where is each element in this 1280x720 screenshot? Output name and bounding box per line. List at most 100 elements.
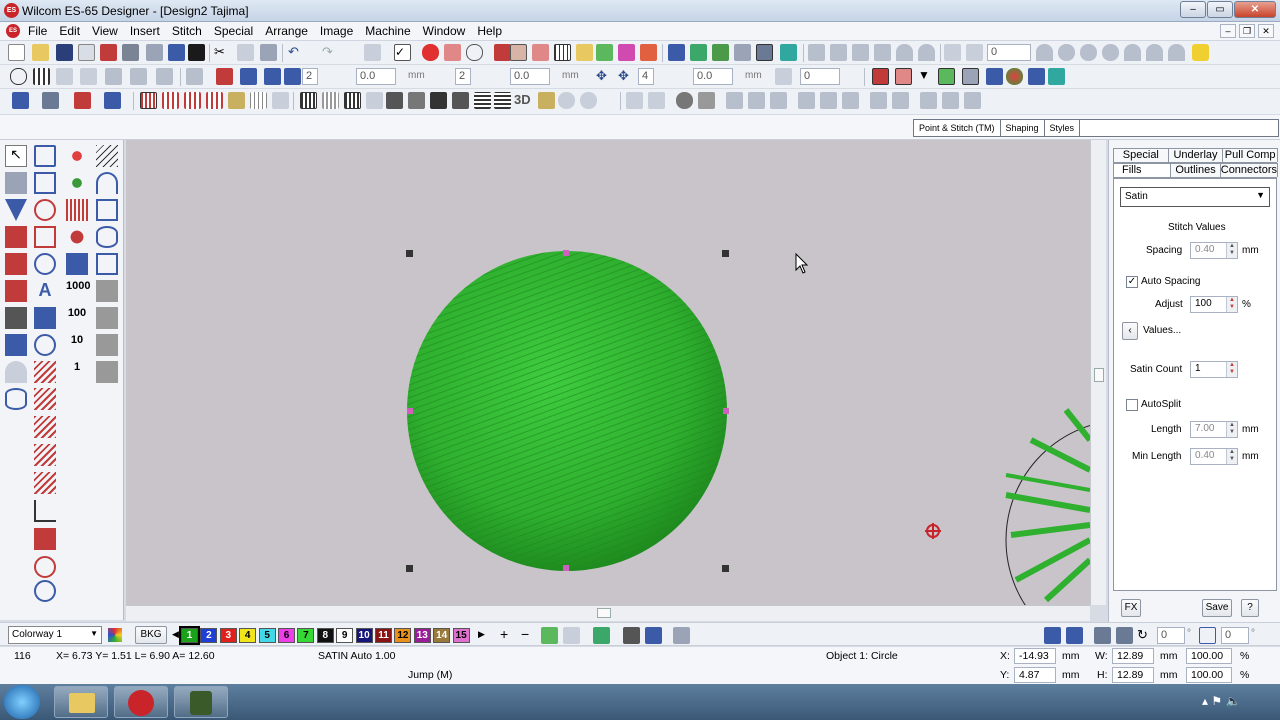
copy-icon[interactable] <box>237 44 254 61</box>
eye-tool-icon[interactable] <box>34 334 56 356</box>
document-icon[interactable]: ES <box>6 24 20 38</box>
selection-handle[interactable] <box>722 565 729 572</box>
align-icon-d[interactable] <box>874 44 891 61</box>
emboss-icon[interactable] <box>558 92 575 109</box>
vertical-scrollbar[interactable] <box>1090 140 1106 605</box>
spin-a-value[interactable]: 0.0 <box>356 68 396 85</box>
tab-fills[interactable]: Fills <box>1113 163 1172 177</box>
help-button[interactable]: ? <box>1241 599 1259 617</box>
select-tool-icon[interactable]: ↖ <box>5 145 27 167</box>
align-top-icon[interactable] <box>798 92 815 109</box>
doc-restore-button[interactable]: ❐ <box>1239 24 1255 38</box>
triple-run-icon[interactable] <box>34 416 56 438</box>
group-icon[interactable] <box>626 92 643 109</box>
selection-handle[interactable] <box>406 250 413 257</box>
shape-icon-e[interactable] <box>1124 44 1141 61</box>
tab-underlay[interactable]: Underlay <box>1167 148 1224 162</box>
scissors-tool-icon[interactable] <box>105 68 122 85</box>
open-folder-icon[interactable] <box>32 44 49 61</box>
adjust-input[interactable]: 100 ▲ ▼ <box>1190 296 1238 313</box>
values-button[interactable]: Values... <box>1143 325 1181 336</box>
color-swatch[interactable]: 6 <box>278 628 295 643</box>
number-1000-icon[interactable]: 1000 <box>66 280 90 302</box>
space-h-icon[interactable] <box>920 92 937 109</box>
point-select-icon[interactable] <box>5 172 27 194</box>
select-circle-icon[interactable] <box>10 68 27 85</box>
view-icon-d[interactable] <box>734 44 751 61</box>
distribute-v-icon[interactable] <box>892 92 909 109</box>
shape-icon-d[interactable] <box>1102 44 1119 61</box>
size-icon[interactable] <box>964 92 981 109</box>
pattern-icon[interactable] <box>206 92 223 109</box>
reshape-tool-icon[interactable] <box>34 145 56 167</box>
3d-label[interactable]: 3D <box>514 92 531 109</box>
color-report-icon[interactable] <box>673 627 690 644</box>
view-icon-a[interactable] <box>668 44 685 61</box>
arc-tool-icon[interactable] <box>96 172 118 194</box>
center-icon-a[interactable] <box>240 68 257 85</box>
align-left-icon[interactable] <box>726 92 743 109</box>
wave-icon[interactable] <box>272 92 289 109</box>
tool-icon-a[interactable] <box>494 44 511 61</box>
spin-c-count[interactable]: 4 <box>638 68 654 85</box>
diagonal-lines-icon[interactable] <box>96 145 118 167</box>
color-swatch[interactable]: 2 <box>200 628 218 643</box>
ruler-tool-icon[interactable] <box>186 68 203 85</box>
distribute-h-icon[interactable] <box>870 92 887 109</box>
design-canvas[interactable] <box>126 140 1090 605</box>
fan-tool-icon[interactable] <box>5 361 27 383</box>
menu-insert[interactable]: Insert <box>130 24 160 38</box>
star-design-partial[interactable] <box>1005 408 1090 605</box>
y-input[interactable]: 4.87 <box>1014 667 1056 683</box>
color-swatch[interactable]: 8 <box>316 628 334 643</box>
menu-window[interactable]: Window <box>423 24 466 38</box>
rotate-icon[interactable]: ↻ <box>1137 627 1154 644</box>
arch-icon-b[interactable] <box>918 44 935 61</box>
rectangle-tool-icon[interactable] <box>96 253 118 275</box>
color-list-icon[interactable] <box>593 627 610 644</box>
fill-a-icon[interactable] <box>300 92 317 109</box>
reshape-node[interactable] <box>563 250 569 256</box>
add-color-icon[interactable]: + <box>500 626 508 642</box>
satin-tool-icon[interactable] <box>66 199 88 221</box>
pin-icon[interactable] <box>532 44 549 61</box>
scissors-icon[interactable] <box>5 307 27 329</box>
fill-lines-icon[interactable] <box>474 92 491 109</box>
save-button[interactable]: Save <box>1202 599 1232 617</box>
minimize-button[interactable]: – <box>1180 1 1206 18</box>
stitch-edit-icon[interactable] <box>104 92 121 109</box>
grid-tool-icon[interactable] <box>56 68 73 85</box>
flower-tool-icon[interactable] <box>66 145 88 167</box>
maximize-button[interactable]: ▭ <box>1207 1 1233 18</box>
gradient-tool-icon[interactable] <box>96 334 118 356</box>
lettering-tool-icon[interactable]: A <box>34 280 56 302</box>
selection-handle[interactable] <box>722 250 729 257</box>
scroll-right-icon[interactable]: ▶ <box>478 629 485 640</box>
values-toggle-button[interactable]: ‹ <box>1122 322 1138 340</box>
horizontal-scroll-thumb[interactable] <box>597 608 611 618</box>
view-stitch-icon[interactable] <box>872 68 889 85</box>
stitch-tool-icon[interactable] <box>5 280 27 302</box>
width-percent-input[interactable]: 100.00 <box>1186 648 1232 664</box>
taskbar-wilcom[interactable] <box>114 686 168 718</box>
taskbar-app3[interactable] <box>174 686 228 718</box>
color-swatch[interactable]: 14 <box>433 628 451 643</box>
view-icon-b[interactable] <box>690 44 707 61</box>
color-tool-icon[interactable] <box>563 627 580 644</box>
height-input[interactable]: 12.89 <box>1112 667 1154 683</box>
link-icon[interactable] <box>780 44 797 61</box>
compass-tool-icon[interactable] <box>34 580 56 602</box>
fill-stripes-icon[interactable] <box>494 92 511 109</box>
shape-icon-f[interactable] <box>1146 44 1163 61</box>
save-icon[interactable] <box>56 44 73 61</box>
rotate-left-icon[interactable] <box>944 44 961 61</box>
width-input[interactable]: 12.89 <box>1112 648 1154 664</box>
color-swatch[interactable]: 13 <box>413 628 431 643</box>
tab-outlines[interactable]: Outlines <box>1170 163 1221 177</box>
fx-button[interactable]: FX <box>1121 599 1141 617</box>
slant-input[interactable]: 0 <box>1221 627 1249 644</box>
split-tool-icon[interactable] <box>66 253 88 275</box>
colorway-select[interactable]: Colorway 1 ▼ <box>8 626 102 644</box>
number-10-icon[interactable]: 10 <box>66 334 88 356</box>
flower-green-icon[interactable] <box>66 172 88 194</box>
